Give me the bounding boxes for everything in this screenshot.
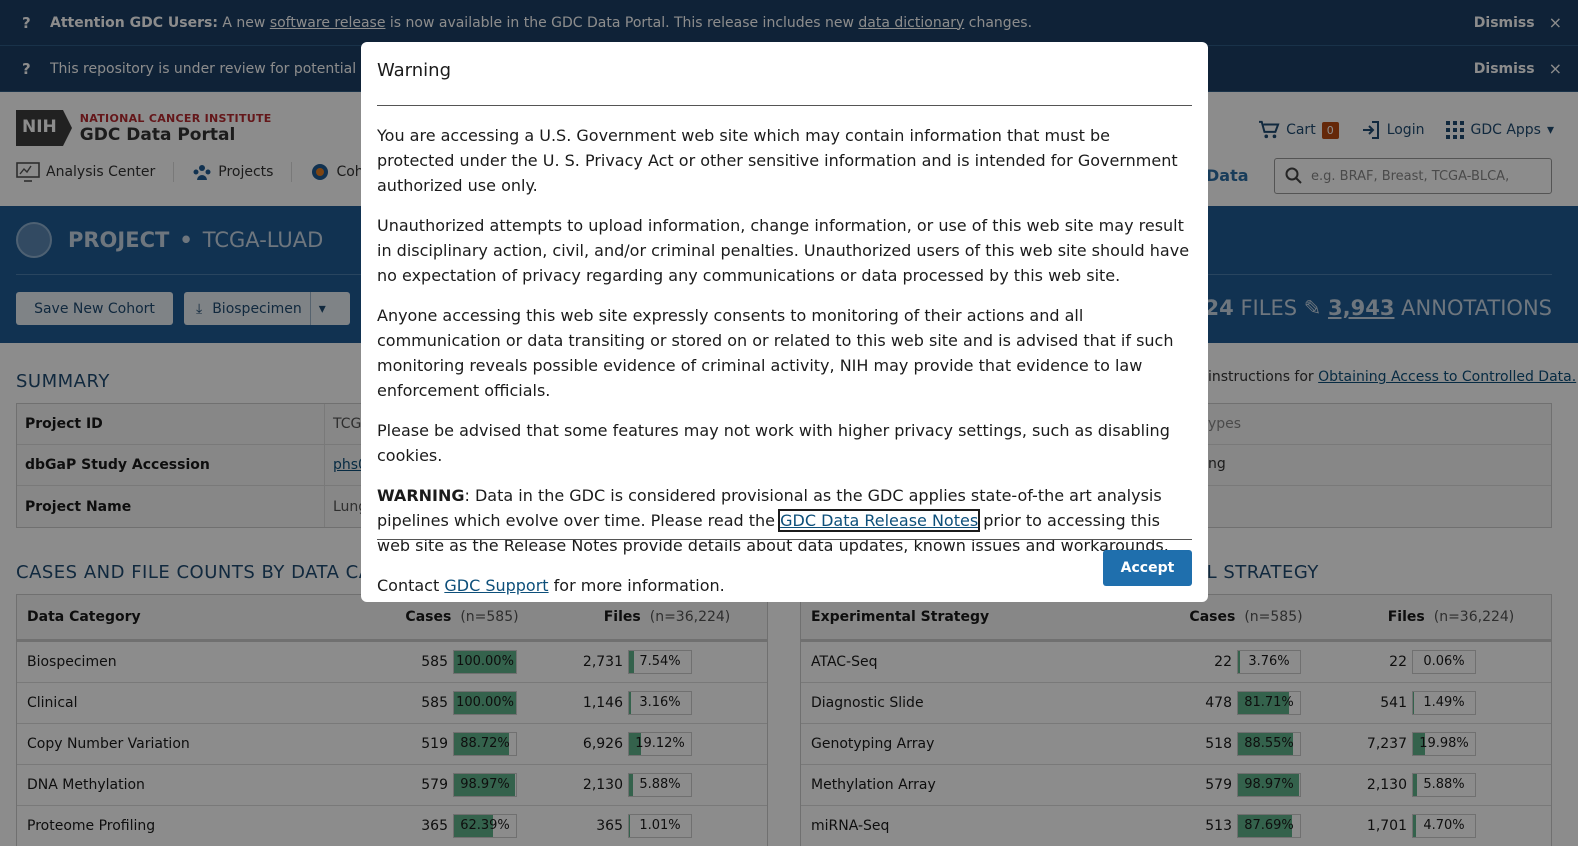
release-notes-link[interactable]: GDC Data Release Notes: [778, 509, 981, 532]
modal-paragraph: Contact GDC Support for more information…: [377, 573, 1192, 598]
modal-footer: Accept: [377, 539, 1192, 586]
gdc-support-link[interactable]: GDC Support: [444, 576, 548, 595]
modal-paragraph: Unauthorized attempts to upload informat…: [377, 216, 1190, 285]
warning-modal: Warning You are accessing a U.S. Governm…: [361, 42, 1208, 602]
accept-button[interactable]: Accept: [1103, 550, 1192, 586]
modal-text: Contact: [377, 576, 445, 595]
modal-paragraph: Anyone accessing this web site expressly…: [377, 306, 1174, 400]
modal-text: for more information.: [548, 576, 725, 595]
modal-paragraph: WARNING: Data in the GDC is considered p…: [377, 483, 1192, 558]
modal-body: You are accessing a U.S. Government web …: [377, 106, 1192, 598]
modal-title: Warning: [377, 58, 1192, 106]
modal-paragraph: Please be advised that some features may…: [377, 421, 1170, 465]
modal-paragraph: You are accessing a U.S. Government web …: [377, 126, 1178, 195]
warning-label: WARNING: [377, 486, 465, 505]
